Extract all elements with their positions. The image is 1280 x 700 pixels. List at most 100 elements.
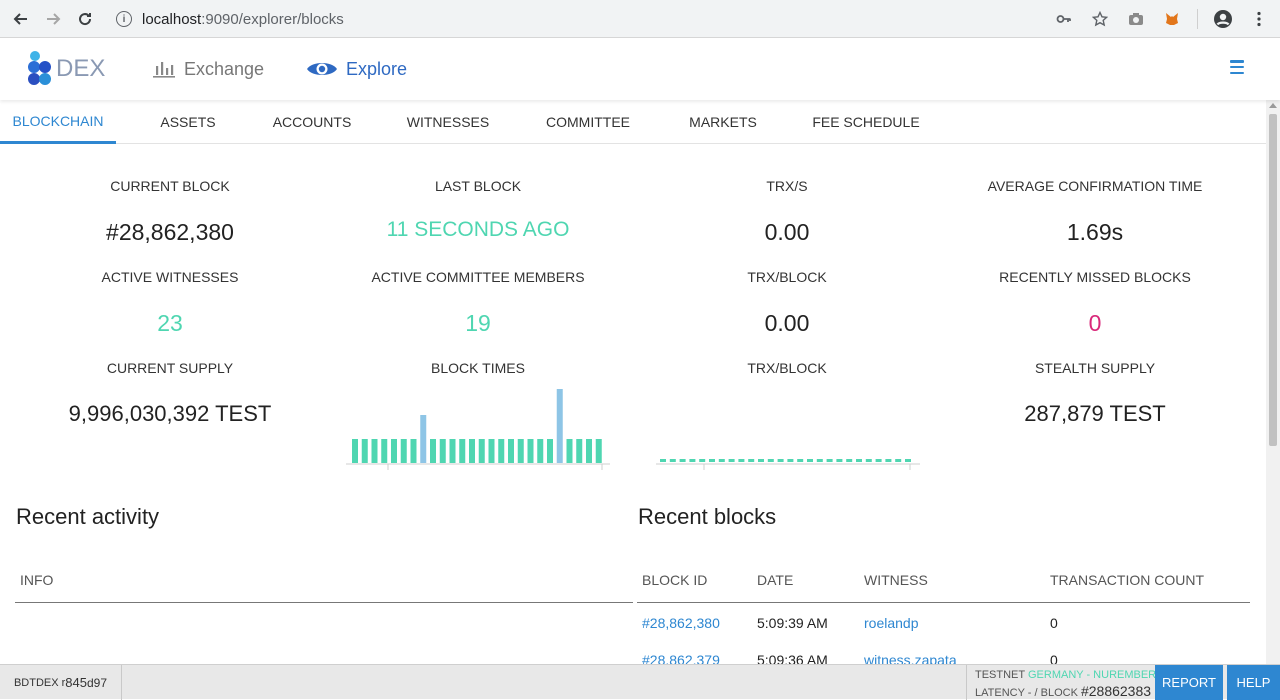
activity-header-divider	[15, 602, 633, 603]
network-status[interactable]: TESTNET GERMANY - NUREMBERG LATENCY - / …	[966, 665, 1165, 700]
trx-block-bar	[689, 459, 696, 462]
missed-blocks-value: 0	[1088, 310, 1102, 336]
block-time-bar	[576, 439, 583, 463]
info-icon[interactable]: i	[116, 11, 132, 27]
version-suffix: d97	[87, 675, 108, 690]
camera-icon[interactable]	[1125, 8, 1147, 30]
trx-block-bar	[856, 459, 862, 462]
nav-exchange[interactable]: Exchange	[152, 56, 264, 82]
trx-per-block-value: 0.00	[764, 310, 810, 336]
profile-avatar-icon[interactable]	[1212, 8, 1234, 30]
block-time-bar	[478, 439, 485, 463]
trx-block-bar	[816, 459, 823, 462]
block-time-bar	[595, 439, 602, 463]
trx-block-bar	[660, 459, 666, 462]
star-icon[interactable]	[1089, 8, 1111, 30]
stealth-supply-value: 287,879 TEST	[1024, 401, 1166, 426]
reload-icon[interactable]	[70, 4, 100, 34]
logo-mark-icon	[28, 51, 54, 87]
trx-block-bar	[865, 459, 872, 462]
browser-toolbar: i localhost:9090/explorer/blocks	[0, 0, 1280, 38]
recent-activity-title: Recent activity	[16, 504, 160, 529]
block-times-chart	[346, 389, 610, 470]
hamburger-menu-icon[interactable]	[1230, 60, 1244, 74]
tab-witnesses[interactable]: WITNESSES	[398, 100, 498, 144]
trx-per-block-chart	[656, 459, 920, 470]
block-time-bar	[547, 439, 553, 463]
recent-blocks-title: Recent blocks	[638, 504, 777, 529]
tab-blockchain[interactable]: BLOCKCHAIN	[0, 100, 116, 144]
key-icon[interactable]	[1053, 8, 1075, 30]
trx-block-bar	[836, 459, 843, 462]
active-committee-value: 19	[465, 310, 491, 336]
active-witnesses-value: 23	[157, 310, 183, 336]
trx-block-bar	[787, 459, 794, 462]
active-committee-label: ACTIVE COMMITTEE MEMBERS	[371, 269, 585, 285]
trx-block-bar	[905, 459, 911, 462]
block-time-bar	[469, 439, 475, 463]
trx-per-block-chart-label: TRX/BLOCK	[747, 360, 827, 376]
last-block-label: LAST BLOCK	[434, 178, 522, 194]
footer-block-number: #28862383	[1080, 683, 1152, 699]
trx-block-bar	[679, 459, 686, 462]
report-button[interactable]: REPORT	[1155, 665, 1223, 700]
version-number: 845	[65, 675, 87, 690]
tab-assets[interactable]: ASSETS	[148, 100, 228, 144]
block-time-bar	[508, 439, 514, 463]
node-location: GERMANY - NUREMBERG	[1027, 669, 1165, 681]
block-time-bar	[566, 439, 573, 463]
trx-block-bar	[728, 459, 735, 462]
avg-confirmation-label: AVERAGE CONFIRMATION TIME	[987, 178, 1203, 194]
date-header: DATE	[757, 572, 794, 588]
metamask-fox-icon[interactable]	[1161, 8, 1183, 30]
block-time-bar	[400, 439, 407, 463]
trx-block-bar	[885, 459, 892, 462]
trx-block-bar	[738, 459, 745, 462]
back-arrow-icon[interactable]	[6, 4, 36, 34]
tab-markets[interactable]: MARKETS	[678, 100, 768, 144]
latency-label: LATENCY - / BLOCK	[975, 687, 1078, 699]
eye-icon	[306, 59, 338, 79]
missed-blocks-label: RECENTLY MISSED BLOCKS	[999, 269, 1191, 285]
trx-block-bar	[669, 459, 676, 462]
forward-arrow-icon[interactable]	[38, 4, 68, 34]
trx-per-second-value: 0.00	[764, 219, 810, 245]
version-label: BDTDEX r 845 d97	[0, 665, 122, 700]
help-button[interactable]: HELP	[1227, 665, 1280, 700]
trx-block-bar	[797, 459, 804, 462]
version-prefix: BDTDEX r	[13, 676, 66, 689]
trx-block-bar	[807, 459, 813, 462]
nav-explore[interactable]: Explore	[306, 56, 407, 82]
transaction-count: 0	[1050, 615, 1058, 631]
block-time-bar	[488, 439, 495, 463]
activity-info-header: INFO	[20, 572, 54, 588]
block-time-bar	[352, 439, 358, 463]
trx-block-bar	[767, 459, 774, 462]
block-time-bar	[410, 439, 417, 463]
trx-block-bar	[718, 459, 725, 462]
page-scrollbar[interactable]	[1266, 100, 1280, 664]
explorer-tabs: BLOCKCHAIN ASSETS ACCOUNTS WITNESSES COM…	[0, 100, 1266, 144]
block-times-label: BLOCK TIMES	[431, 360, 525, 376]
current-supply-value: 9,996,030,392 TEST	[68, 401, 272, 426]
trx-block-bar	[826, 459, 833, 462]
nav-exchange-label: Exchange	[184, 58, 265, 79]
scroll-up-arrow-icon[interactable]	[1269, 103, 1277, 108]
tab-committee[interactable]: COMMITTEE	[536, 100, 640, 144]
last-block-value: 11 SECONDS AGO	[386, 218, 570, 241]
logo[interactable]: DEX	[28, 50, 108, 88]
current-block-value: #28,862,380	[106, 219, 234, 245]
more-menu-icon[interactable]	[1248, 8, 1270, 30]
tab-accounts[interactable]: ACCOUNTS	[262, 100, 362, 144]
block-id-link[interactable]: #28,862,380	[642, 615, 720, 631]
bar-chart-icon	[152, 60, 176, 78]
tab-fee-schedule[interactable]: FEE SCHEDULE	[806, 100, 926, 144]
trx-per-block-label: TRX/BLOCK	[747, 269, 827, 285]
block-time-bar	[430, 439, 436, 463]
witness-link[interactable]: roelandp	[864, 615, 919, 631]
block-time-bar	[527, 439, 534, 463]
logo-text: DEX	[56, 55, 106, 82]
scroll-thumb[interactable]	[1269, 114, 1277, 446]
current-supply-label: CURRENT SUPPLY	[106, 360, 234, 376]
transaction-count-header: TRANSACTION COUNT	[1050, 572, 1204, 588]
